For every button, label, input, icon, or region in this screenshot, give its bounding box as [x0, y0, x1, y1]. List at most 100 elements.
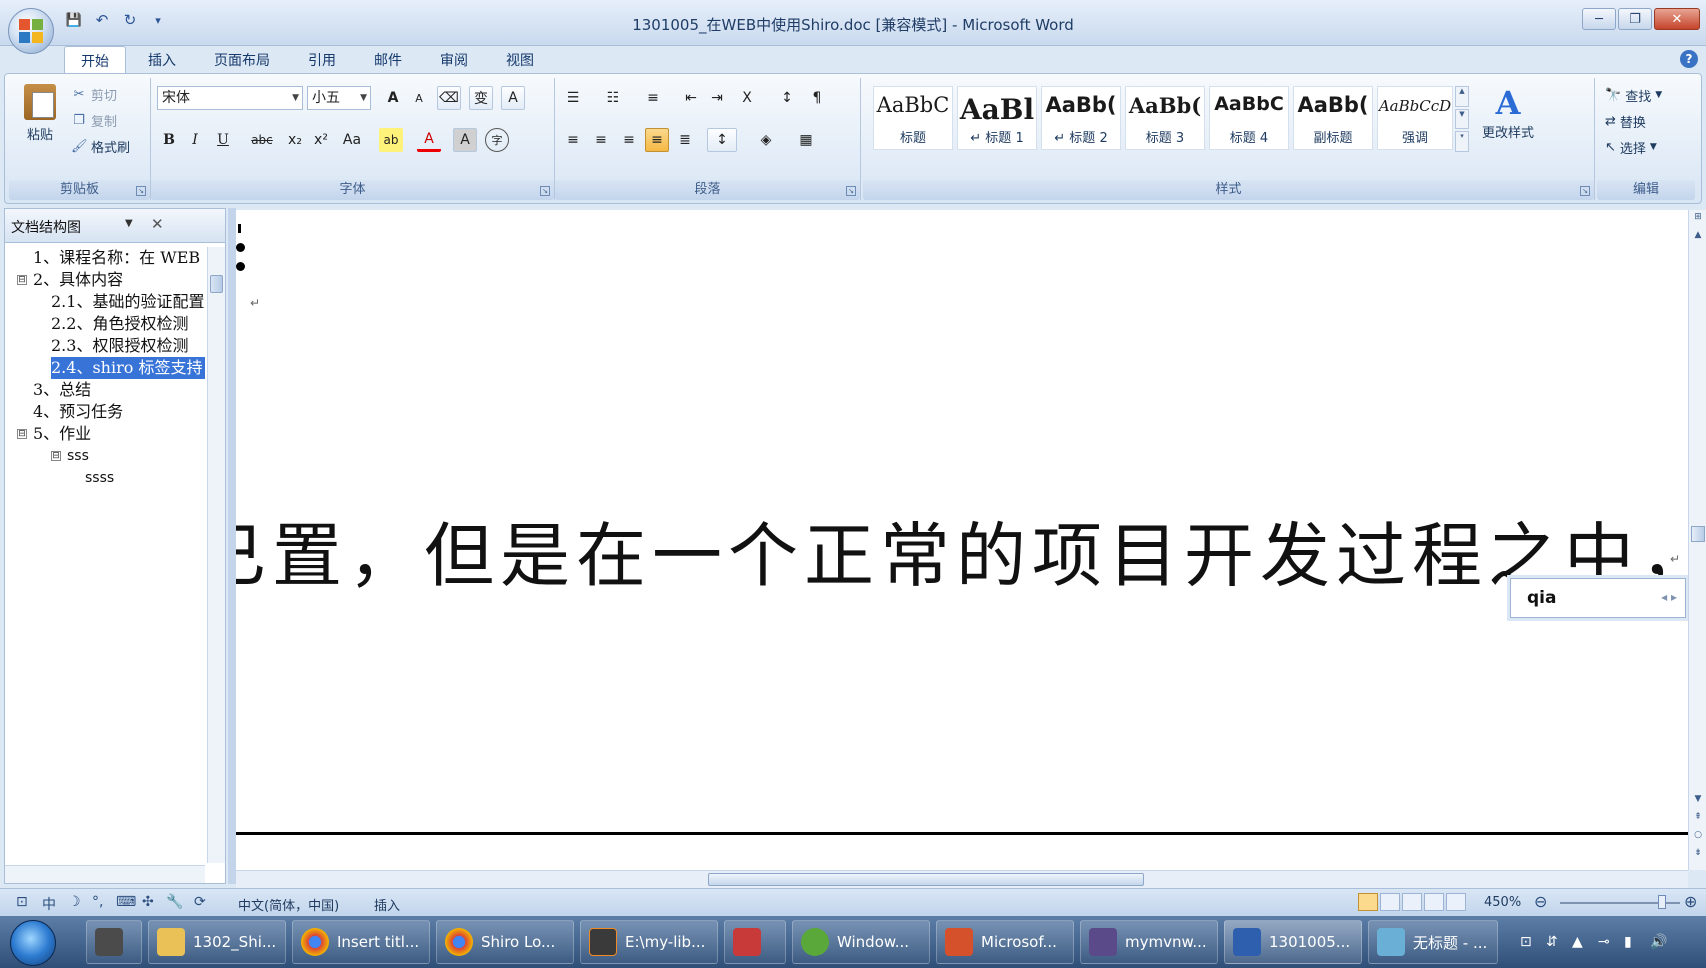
tab-view[interactable]: 视图	[490, 46, 550, 73]
help-icon[interactable]: ?	[1680, 50, 1698, 68]
taskbar-item[interactable]: Shiro Lo...	[436, 920, 574, 964]
increase-indent-button[interactable]: ⇥	[705, 86, 729, 110]
subscript-button[interactable]: x₂	[283, 128, 307, 152]
paste-button[interactable]: 粘贴	[19, 84, 61, 154]
volume-icon[interactable]: 🔊	[1650, 934, 1667, 950]
align-right-button[interactable]: ≡	[617, 128, 641, 152]
taskbar-item-active[interactable]: 1301005...	[1224, 920, 1362, 964]
restore-button[interactable]: ❐	[1618, 8, 1652, 30]
collapse-icon[interactable]: ⊟	[51, 451, 61, 461]
browse-object-icon[interactable]: ○	[1692, 830, 1704, 844]
scroll-thumb[interactable]	[708, 873, 1144, 886]
usb-icon[interactable]: ⊸	[1598, 934, 1610, 950]
clear-format-button[interactable]: ⌫	[437, 86, 461, 110]
style-heading-2[interactable]: AaBb( ↵ 标题 2	[1041, 86, 1121, 150]
bold-button[interactable]: B	[157, 128, 181, 152]
taskbar-item[interactable]: mymvnw...	[1080, 920, 1218, 964]
scroll-down-icon[interactable]: ▼	[1692, 794, 1704, 808]
ime-mode-icon[interactable]: ⇵	[1546, 934, 1558, 950]
pane-splitter[interactable]	[228, 208, 236, 884]
document-map-vertical-scrollbar[interactable]	[207, 247, 225, 863]
close-button[interactable]: ✕	[1654, 8, 1700, 30]
style-heading-1[interactable]: AaBl ↵ 标题 1	[957, 86, 1037, 150]
taskbar-item[interactable]: E:\my-lib...	[580, 920, 718, 964]
gallery-more-icon[interactable]: ▾	[1455, 131, 1469, 153]
print-layout-icon[interactable]	[1358, 893, 1378, 911]
style-heading-3[interactable]: AaBb( 标题 3	[1125, 86, 1205, 150]
font-launcher-icon[interactable]: ↘	[540, 186, 550, 196]
show-hidden-icon[interactable]: ▲	[1572, 934, 1583, 950]
taskbar-item[interactable]: Insert titl...	[292, 920, 430, 964]
gallery-up-icon[interactable]: ▲	[1455, 86, 1469, 107]
document-body-text[interactable]: 已置，但是在一个正常的项目开发过程之中，对于	[236, 500, 1688, 601]
map-item[interactable]: 1、课程名称：在 WEB	[5, 247, 205, 269]
tab-home[interactable]: 开始	[64, 46, 126, 73]
find-button[interactable]: 🔭 查找 ▼	[1605, 84, 1662, 106]
grow-font-button[interactable]: A	[381, 86, 405, 110]
outline-view-icon[interactable]	[1424, 893, 1444, 911]
map-item[interactable]: ⊟ 2、具体内容	[5, 269, 205, 291]
multilevel-list-button[interactable]: ≡	[641, 86, 665, 110]
taskbar-item[interactable]	[86, 920, 142, 964]
char-shading-button[interactable]: A	[453, 128, 477, 152]
previous-page-icon[interactable]: ⇞	[1692, 812, 1704, 826]
center-button[interactable]: ≡	[589, 128, 613, 152]
page-view-icon[interactable]: ⊡	[16, 894, 28, 910]
map-item[interactable]: ssss	[5, 467, 205, 489]
draft-view-icon[interactable]	[1446, 893, 1466, 911]
highlight-button[interactable]: ab	[379, 128, 403, 152]
ime-moon-icon[interactable]: ☽	[68, 894, 81, 910]
style-emphasis[interactable]: AaBbCcD 强调	[1377, 86, 1453, 150]
horizontal-scrollbar[interactable]	[236, 870, 1688, 888]
line-spacing-button[interactable]: ↕	[707, 128, 737, 152]
macro-record-icon[interactable]: ⟳	[194, 894, 206, 910]
taskbar-item[interactable]: Microsof...	[936, 920, 1074, 964]
collapse-icon[interactable]: ⊟	[17, 275, 27, 285]
network-icon[interactable]: ▮	[1624, 934, 1632, 950]
scroll-thumb[interactable]	[1691, 526, 1705, 542]
document-canvas[interactable]: ↵ 已置，但是在一个正常的项目开发过程之中，对于 ↵	[236, 210, 1688, 870]
shading-button[interactable]: ◈	[751, 128, 781, 152]
map-item[interactable]: ⊟ sss	[5, 445, 205, 467]
chevron-down-icon[interactable]: ▼	[125, 218, 133, 229]
zoom-out-icon[interactable]: ⊖	[1534, 892, 1547, 911]
copy-button[interactable]: ❐ 复制	[71, 110, 117, 130]
wrench-icon[interactable]: 🔧	[166, 894, 183, 910]
tab-insert[interactable]: 插入	[132, 46, 192, 73]
map-item[interactable]: 2.1、基础的验证配置	[5, 291, 205, 313]
taskbar-item[interactable]	[724, 920, 786, 964]
shrink-font-button[interactable]: A	[407, 86, 431, 110]
font-color-button[interactable]: A	[417, 128, 441, 152]
style-title[interactable]: AaBbC 标题	[873, 86, 953, 150]
ime-punct-icon[interactable]: °,	[92, 894, 103, 910]
justify-button[interactable]: ≡	[645, 128, 669, 152]
char-border-button[interactable]: A	[501, 86, 525, 110]
phonetic-guide-button[interactable]: 变	[469, 86, 493, 110]
decrease-indent-button[interactable]: ⇤	[679, 86, 703, 110]
clipboard-launcher-icon[interactable]: ↘	[136, 186, 146, 196]
document-map-horizontal-scrollbar[interactable]	[5, 865, 205, 883]
keyboard-icon[interactable]: ⌨	[116, 894, 136, 910]
zoom-slider-thumb[interactable]	[1658, 895, 1666, 909]
replace-button[interactable]: ⇄ 替换	[1605, 110, 1646, 132]
start-button[interactable]	[10, 920, 56, 966]
map-item[interactable]: 2.2、角色授权检测	[5, 313, 205, 335]
align-left-button[interactable]: ≡	[561, 128, 585, 152]
map-item[interactable]: ⊟ 5、作业	[5, 423, 205, 445]
format-painter-button[interactable]: 🖌 格式刷	[71, 136, 130, 156]
zoom-in-icon[interactable]: ⊕	[1684, 892, 1697, 911]
tab-mailings[interactable]: 邮件	[358, 46, 418, 73]
minimize-button[interactable]: ─	[1582, 8, 1616, 30]
close-icon[interactable]: ✕	[151, 215, 164, 233]
map-item-selected[interactable]: 2.4、shiro 标签支持	[5, 357, 205, 379]
scroll-thumb[interactable]	[210, 275, 223, 293]
select-button[interactable]: ↖ 选择 ▼	[1605, 136, 1657, 158]
change-case-button[interactable]: Aa	[337, 128, 367, 152]
ime-tray-icon[interactable]: ⊡	[1520, 934, 1532, 950]
style-heading-4[interactable]: AaBbC 标题 4	[1209, 86, 1289, 150]
ruler-toggle-icon[interactable]: ⊞	[1692, 212, 1704, 226]
font-size-combo[interactable]: 小五 ▼	[307, 86, 371, 110]
bullets-button[interactable]: ☰	[561, 86, 585, 110]
next-page-icon[interactable]: ⇟	[1692, 848, 1704, 862]
numbering-button[interactable]: ☷	[601, 86, 625, 110]
